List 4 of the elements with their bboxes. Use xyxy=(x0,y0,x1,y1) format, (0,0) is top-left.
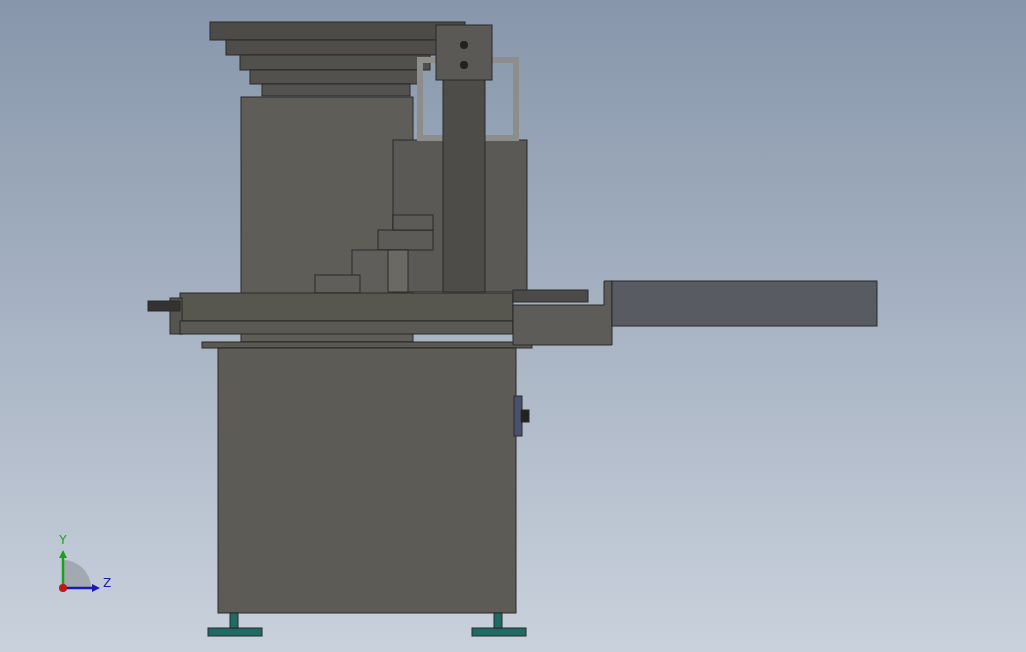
origin-dot-icon xyxy=(59,584,67,592)
axis-label: Y xyxy=(59,533,67,547)
axis-label: Z xyxy=(102,576,112,590)
triad-arc xyxy=(63,560,91,588)
